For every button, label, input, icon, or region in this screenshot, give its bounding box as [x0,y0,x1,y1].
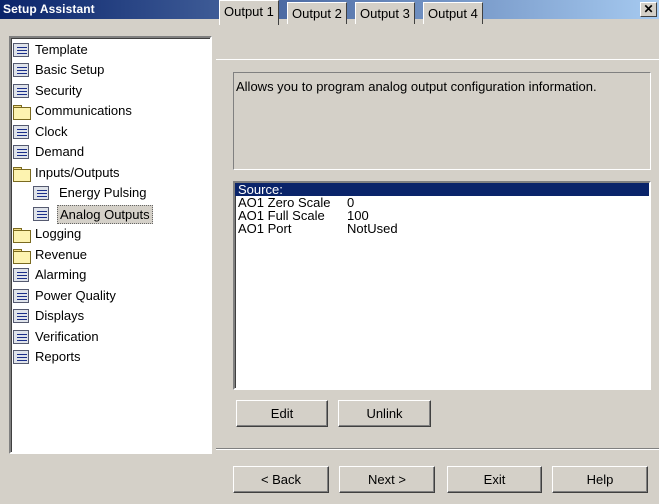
description-box: Allows you to program analog output conf… [233,72,651,170]
tab-output-4[interactable]: Output 4 [423,2,483,24]
help-button[interactable]: Help [552,466,648,493]
folder-icon [13,248,31,264]
setup-tree[interactable]: Template Basic Setup Security Communicat… [9,36,212,454]
exit-button[interactable]: Exit [447,466,542,493]
document-icon [13,43,29,57]
tab-output-1[interactable]: Output 1 [219,0,279,25]
tree-item-label: Logging [35,226,82,241]
back-button[interactable]: < Back [233,466,329,493]
tree-item-label: Communications [35,103,132,118]
document-icon [13,145,29,159]
folder-icon [13,227,31,243]
document-icon [33,207,49,221]
list-item[interactable]: AO1 Port NotUsed [235,222,649,235]
folder-icon [13,104,31,120]
close-icon: ✕ [643,2,654,16]
list-item-value: NotUsed [347,221,398,236]
document-icon [13,330,29,344]
document-icon [13,350,29,364]
folder-icon [13,166,31,182]
document-icon [13,309,29,323]
close-button[interactable]: ✕ [640,2,657,17]
tree-item-label: Reports [35,349,81,364]
divider [216,448,659,450]
parameter-list[interactable]: Source: AO1 Zero Scale 0 AO1 Full Scale … [233,181,651,390]
tab-output-2[interactable]: Output 2 [287,2,347,24]
next-button[interactable]: Next > [339,466,435,493]
document-icon [13,63,29,77]
unlink-button[interactable]: Unlink [338,400,431,427]
setup-assistant-window: Setup Assistant ✕ Template Basic Setup S… [0,0,659,504]
tree-item-label: Verification [35,329,99,344]
tree-item-label: Displays [35,308,85,323]
document-icon [13,268,29,282]
tree-item-label: Energy Pulsing [59,185,147,200]
description-text: Allows you to program analog output conf… [236,79,597,94]
edit-button[interactable]: Edit [236,400,328,427]
document-icon [13,84,29,98]
tree-item-label: Security [35,83,82,98]
tree-item-label: Demand [35,144,85,159]
document-icon [13,289,29,303]
tab-output-3[interactable]: Output 3 [355,2,415,24]
tree-item-label: Inputs/Outputs [35,165,120,180]
window-title: Setup Assistant [3,2,95,16]
tree-item-label: Alarming [35,267,87,282]
tree-item-label: Clock [35,124,68,139]
tree-item-label: Power Quality [35,288,116,303]
tree-item-label: Basic Setup [35,62,105,77]
tab-strip-border [216,59,659,60]
tree-item-label: Analog Outputs [57,205,153,224]
document-icon [13,125,29,139]
list-item-name: AO1 Port [238,221,292,236]
tree-item-label: Revenue [35,247,88,262]
list-item[interactable]: AO1 Full Scale 100 [235,209,649,222]
tree-item-label: Template [35,42,88,57]
document-icon [33,186,49,200]
